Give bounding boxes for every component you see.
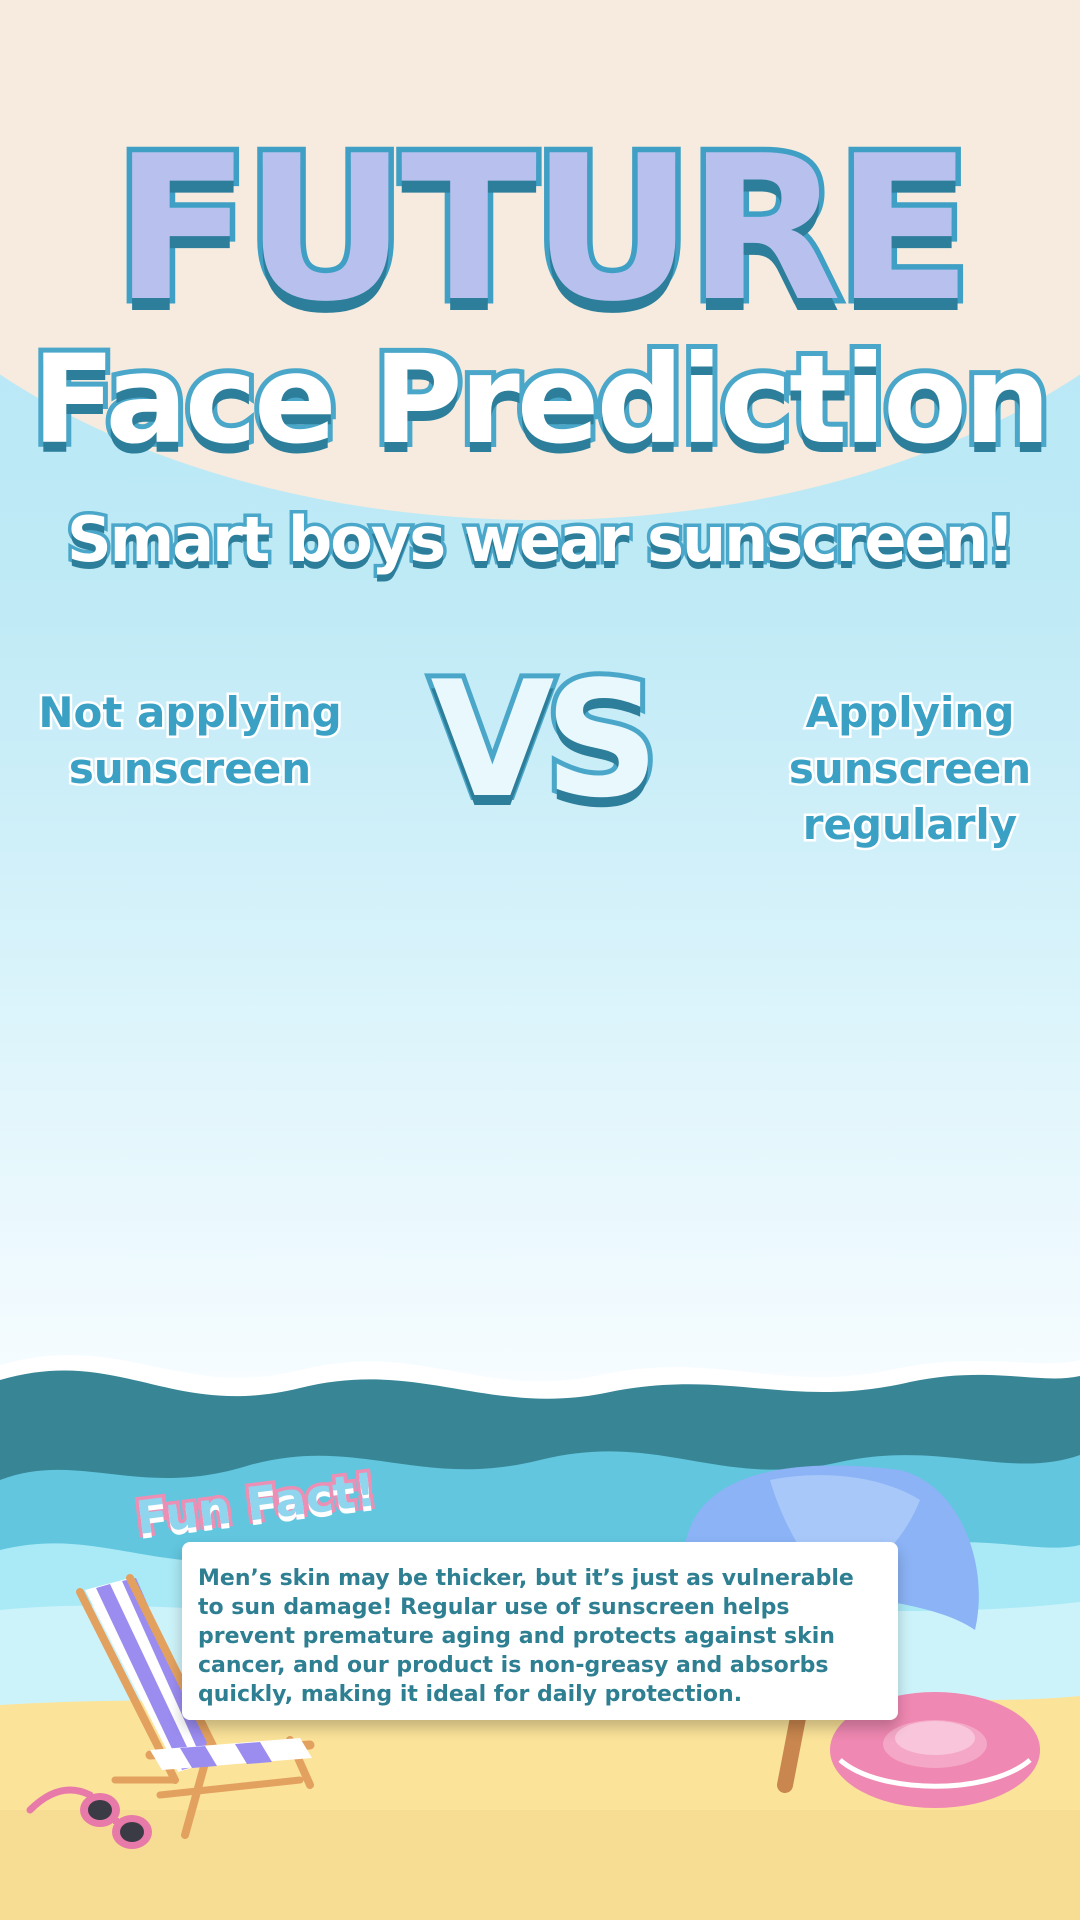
- fun-fact-text: Men’s skin may be thicker, but it’s just…: [198, 1566, 854, 1707]
- label-not-applying: Not applying sunscreen: [36, 686, 344, 796]
- fun-fact-card: Men’s skin may be thicker, but it’s just…: [182, 1542, 898, 1720]
- subtitle: Smart boys wear sunscreen!: [63, 501, 1018, 578]
- title-future: FUTURE: [108, 113, 977, 346]
- title-face-prediction: Face Prediction: [27, 329, 1056, 471]
- vs-label: VS: [425, 646, 664, 833]
- label-applying: Applying sunscreen regularly: [786, 686, 1033, 852]
- poster: FUTURE Face Prediction Smart boys wear s…: [0, 0, 1080, 1920]
